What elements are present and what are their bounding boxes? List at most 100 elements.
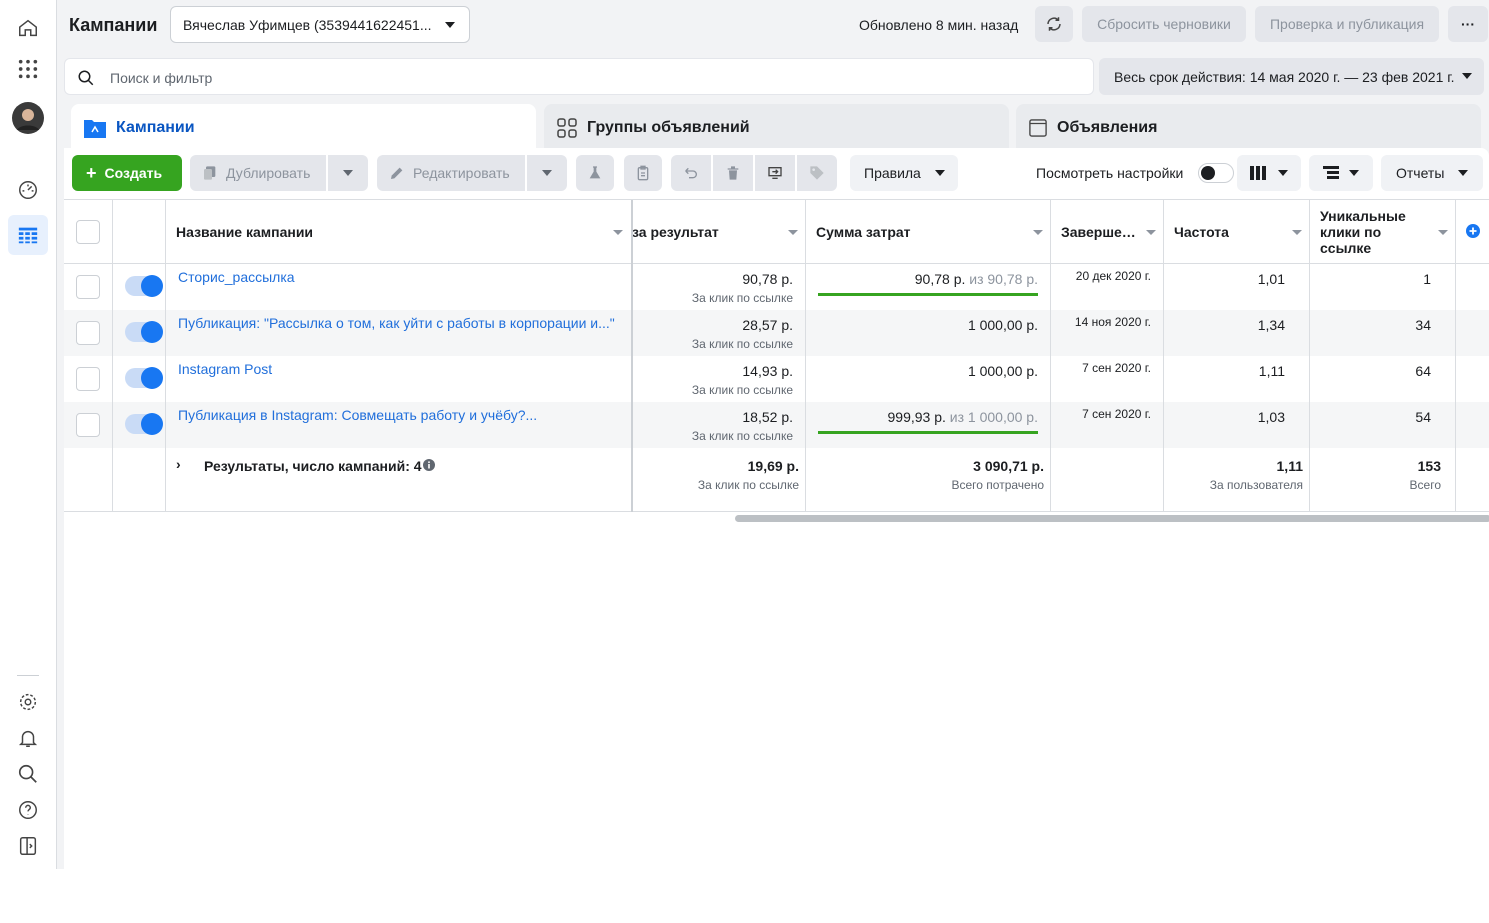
more-button[interactable]: ··· xyxy=(1448,6,1488,42)
campaign-toggle[interactable] xyxy=(125,275,163,297)
search-icon xyxy=(78,70,94,86)
campaign-name-link[interactable]: Публикация: "Рассылка о том, как уйти с … xyxy=(178,315,615,331)
gear-icon[interactable] xyxy=(8,682,48,722)
expand-chevron-icon[interactable]: › xyxy=(176,456,181,472)
sort-icon[interactable] xyxy=(788,230,798,235)
view-settings-toggle[interactable] xyxy=(1198,163,1234,183)
home-icon[interactable] xyxy=(8,8,48,48)
refresh-icon xyxy=(1047,17,1061,31)
row-checkbox[interactable] xyxy=(76,275,100,299)
clipboard-button[interactable] xyxy=(624,155,662,191)
tag-icon xyxy=(810,166,824,180)
table-row[interactable]: Сторис_рассылка 90,78 р. За клик по ссыл… xyxy=(64,264,1489,310)
page-title: Кампании xyxy=(69,15,158,35)
table-row[interactable]: Instagram Post 14,93 р. За клик по ссылк… xyxy=(64,356,1489,402)
bell-icon[interactable] xyxy=(8,718,48,758)
duplicate-button[interactable]: Дублировать xyxy=(190,155,326,191)
dashboard-icon[interactable] xyxy=(8,170,48,210)
sort-icon[interactable] xyxy=(1292,230,1302,235)
sidebar-divider xyxy=(17,675,39,676)
cost-per-result-sub: За клик по ссылке xyxy=(691,337,793,351)
campaign-toggle[interactable] xyxy=(125,321,163,343)
horizontal-scrollbar[interactable] xyxy=(735,515,1489,522)
apps-grid-icon[interactable] xyxy=(8,49,48,89)
sort-icon[interactable] xyxy=(613,230,623,235)
campaign-toggle[interactable] xyxy=(125,367,163,389)
refresh-button[interactable] xyxy=(1035,6,1073,42)
columns-button[interactable] xyxy=(1237,155,1301,191)
column-divider xyxy=(1309,200,1310,512)
chevron-down-icon xyxy=(542,170,552,176)
unique-link-clicks: 1 xyxy=(1423,271,1431,287)
reports-label: Отчеты xyxy=(1396,165,1445,181)
discard-drafts-button[interactable]: Сбросить черновики xyxy=(1082,6,1246,42)
tab-campaigns[interactable]: Кампании xyxy=(71,104,536,152)
view-settings-label: Посмотреть настройки xyxy=(1036,165,1184,181)
date-range-picker[interactable]: Весь срок действия: 14 мая 2020 г. — 23 … xyxy=(1099,58,1484,95)
edit-dropdown[interactable] xyxy=(527,155,567,191)
campaign-toggle[interactable] xyxy=(125,413,163,435)
column-divider xyxy=(1050,200,1051,512)
column-divider xyxy=(112,200,113,512)
delete-button[interactable] xyxy=(713,155,753,191)
create-button[interactable]: + Создать xyxy=(72,155,182,191)
row-checkbox[interactable] xyxy=(76,367,100,391)
campaign-name-link[interactable]: Instagram Post xyxy=(178,361,272,377)
ads-manager-table-icon[interactable] xyxy=(8,215,48,255)
campaign-name-link[interactable]: Сторис_рассылка xyxy=(178,269,295,285)
frequency: 1,34 xyxy=(1257,317,1285,333)
breakdown-button[interactable] xyxy=(1309,155,1373,191)
totals-clicks-sub: Всего xyxy=(1409,478,1441,492)
tab-adsets[interactable]: Группы объявлений xyxy=(544,104,1009,152)
info-icon[interactable] xyxy=(423,459,435,471)
cost-per-result-sub: За клик по ссылке xyxy=(691,291,793,305)
cost-per-result: 90,78 р. xyxy=(742,271,793,287)
column-end-header[interactable]: Заверше… xyxy=(1061,224,1136,240)
account-selector[interactable]: Вячеслав Уфимцев (3539441622451... xyxy=(170,6,470,43)
sort-icon[interactable] xyxy=(1033,230,1043,235)
totals-cost-sub: За клик по ссылке xyxy=(697,478,799,492)
panel-toggle-icon[interactable] xyxy=(8,826,48,866)
add-column-icon[interactable] xyxy=(1466,224,1480,238)
duplicate-label: Дублировать xyxy=(226,165,311,181)
tab-campaigns-label: Кампании xyxy=(116,119,195,136)
sort-icon[interactable] xyxy=(1146,230,1156,235)
amount-spent: 90,78 р. xyxy=(914,271,966,287)
export-button[interactable] xyxy=(755,155,795,191)
help-icon[interactable] xyxy=(8,790,48,830)
column-divider xyxy=(1455,200,1456,512)
search-icon[interactable] xyxy=(8,754,48,794)
row-checkbox[interactable] xyxy=(76,321,100,345)
column-name-header[interactable]: Название кампании xyxy=(176,224,313,240)
table-row[interactable]: Публикация в Instagram: Совмещать работу… xyxy=(64,402,1489,448)
select-all-checkbox[interactable] xyxy=(76,220,100,244)
campaign-name-link[interactable]: Публикация в Instagram: Совмещать работу… xyxy=(178,407,537,423)
column-freq-header[interactable]: Частота xyxy=(1174,224,1229,240)
cost-per-result: 18,52 р. xyxy=(742,409,793,425)
table-row[interactable]: Публикация: "Рассылка о том, как уйти с … xyxy=(64,310,1489,356)
row-checkbox[interactable] xyxy=(76,413,100,437)
campaigns-panel: + Создать Дублировать Редактировать Прави… xyxy=(64,148,1489,869)
undo-button[interactable] xyxy=(671,155,711,191)
column-spend-header[interactable]: Сумма затрат xyxy=(816,224,911,240)
totals-row: › Результаты, число кампаний: 4 19,69 р.… xyxy=(64,448,1489,512)
tab-ads[interactable]: Объявления xyxy=(1016,104,1481,152)
grid-icon xyxy=(557,118,577,138)
ab-test-button[interactable] xyxy=(576,155,614,191)
reports-button[interactable]: Отчеты xyxy=(1381,155,1483,191)
plus-icon: + xyxy=(86,162,97,183)
sort-icon[interactable] xyxy=(1438,230,1448,235)
edit-button[interactable]: Редактировать xyxy=(377,155,525,191)
frozen-column-divider xyxy=(631,200,633,512)
column-clicks-header[interactable]: Уникальные клики по ссылке xyxy=(1320,208,1430,256)
column-cost-header[interactable]: за результат xyxy=(632,224,719,240)
create-label: Создать xyxy=(104,165,163,181)
chevron-down-icon xyxy=(934,170,945,176)
end-date: 7 сен 2020 г. xyxy=(1082,361,1151,375)
duplicate-dropdown[interactable] xyxy=(328,155,368,191)
avatar[interactable] xyxy=(8,98,48,138)
search-input[interactable]: Поиск и фильтр xyxy=(64,58,1094,95)
tag-button[interactable] xyxy=(797,155,837,191)
review-publish-button[interactable]: Проверка и публикация xyxy=(1255,6,1439,42)
rules-button[interactable]: Правила xyxy=(850,155,958,191)
